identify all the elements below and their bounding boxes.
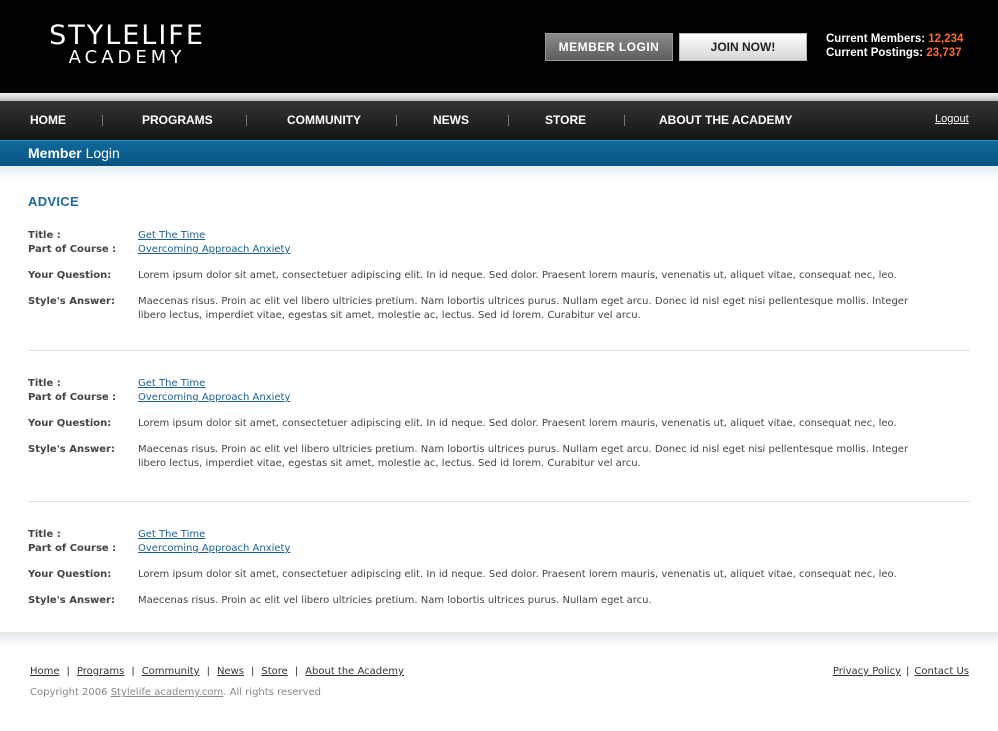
entry-title-row: Title : Get The Time: [28, 229, 970, 243]
nav-separator: [246, 115, 247, 126]
course-link[interactable]: Overcoming Approach Anxiety: [138, 244, 290, 255]
question-text: Lorem ipsum dolor sit amet, consectetuer…: [138, 569, 897, 580]
question-text: Lorem ipsum dolor sit amet, consectetuer…: [138, 270, 897, 281]
question-text: Lorem ipsum dolor sit amet, consectetuer…: [138, 418, 897, 429]
question-label: Your Question:: [28, 418, 112, 429]
answer-text: Maecenas risus. Proin ac elit vel libero…: [138, 296, 909, 321]
entry-divider: [28, 501, 970, 502]
course-label: Part of Course :: [28, 543, 117, 554]
question-label: Your Question:: [28, 569, 112, 580]
title-link[interactable]: Get The Time: [138, 529, 205, 540]
entry-course-row: Part of Course : Overcoming Approach Anx…: [28, 391, 970, 405]
footer-nav: Home | Programs | Community | News | Store | About…: [30, 666, 404, 677]
nav-item-home[interactable]: HOME: [30, 101, 66, 140]
course-label: Part of Course :: [28, 392, 117, 403]
logout-link[interactable]: Logout: [935, 101, 969, 138]
title-label: Title :: [28, 230, 61, 241]
footer-separator: |: [131, 666, 135, 677]
question-label: Your Question:: [28, 270, 112, 281]
nav-separator: [508, 115, 509, 126]
entry-divider: [28, 350, 970, 351]
copyright-site-link[interactable]: Stylelife academy.com: [111, 687, 224, 698]
footer-separator: |: [906, 666, 910, 677]
nav-item-store[interactable]: STORE: [545, 101, 586, 140]
site-logo[interactable]: STYLELIFE ACADEMY: [30, 20, 224, 68]
contact-us-link[interactable]: Contact Us: [914, 666, 969, 677]
page-banner-title: Member Login: [28, 145, 120, 161]
footer-separator: |: [294, 666, 299, 677]
entry-answer-row: Style's Answer: Maecenas risus. Proin ac…: [28, 443, 970, 471]
site-header: STYLELIFE ACADEMY MEMBER LOGIN JOIN NOW!…: [0, 0, 998, 93]
advice-entry: Title : Get The Time Part of Course : Ov…: [28, 377, 970, 471]
nav-separator: [624, 115, 625, 126]
copyright: Copyright 2006 Stylelife academy.com. Al…: [30, 687, 321, 698]
footer-link-home[interactable]: Home: [30, 666, 60, 677]
member-login-button[interactable]: MEMBER LOGIN: [545, 33, 673, 61]
footer-link-about[interactable]: About the Academy: [305, 666, 404, 677]
footer-shadow: [0, 632, 998, 646]
nav-item-community[interactable]: COMMUNITY: [287, 101, 361, 140]
nav-separator: [396, 115, 397, 126]
course-link[interactable]: Overcoming Approach Anxiety: [138, 543, 290, 554]
advice-entry: Title : Get The Time Part of Course : Ov…: [28, 528, 970, 608]
footer-separator: |: [250, 666, 255, 677]
site-stats: Current Members: 12,234 Current Postings…: [826, 32, 963, 60]
course-label: Part of Course :: [28, 244, 117, 255]
members-label: Current Members:: [826, 33, 926, 45]
footer-link-news[interactable]: News: [217, 666, 244, 677]
title-label: Title :: [28, 529, 61, 540]
copyright-prefix: Copyright 2006: [30, 687, 108, 698]
title-link[interactable]: Get The Time: [138, 378, 205, 389]
entry-title-row: Title : Get The Time: [28, 377, 970, 391]
banner-shadow: [0, 166, 998, 182]
entry-question-row: Your Question: Lorem ipsum dolor sit ame…: [28, 417, 970, 431]
page-banner: Member Login: [0, 140, 998, 166]
postings-count: 23,737: [926, 47, 962, 59]
nav-item-news[interactable]: NEWS: [433, 101, 469, 140]
entry-course-row: Part of Course : Overcoming Approach Anx…: [28, 243, 970, 257]
title-link[interactable]: Get The Time: [138, 230, 205, 241]
postings-stat: Current Postings: 23,737: [826, 46, 963, 60]
footer-link-community[interactable]: Community: [142, 666, 200, 677]
section-title: ADVICE: [28, 194, 79, 209]
logo-line2: ACADEMY: [68, 47, 186, 68]
nav-item-programs[interactable]: PROGRAMS: [142, 101, 213, 140]
banner-title-rest: Login: [85, 145, 120, 161]
entry-course-row: Part of Course : Overcoming Approach Anx…: [28, 542, 970, 556]
entry-answer-row: Style's Answer: Maecenas risus. Proin ac…: [28, 295, 970, 323]
title-label: Title :: [28, 378, 61, 389]
answer-text: Maecenas risus. Proin ac elit vel libero…: [138, 595, 652, 606]
privacy-policy-link[interactable]: Privacy Policy: [833, 666, 901, 677]
nav-item-about[interactable]: ABOUT THE ACADEMY: [659, 101, 793, 140]
banner-title-bold: Member: [28, 145, 82, 161]
footer-link-programs[interactable]: Programs: [77, 666, 124, 677]
footer-separator: |: [206, 666, 210, 677]
answer-label: Style's Answer:: [28, 595, 115, 606]
entry-question-row: Your Question: Lorem ipsum dolor sit ame…: [28, 269, 970, 283]
logo-line1: STYLELIFE: [49, 20, 205, 51]
postings-label: Current Postings:: [826, 47, 924, 59]
header-divider-strip: [0, 93, 998, 101]
footer-separator: |: [66, 666, 70, 677]
footer-legal-links: Privacy Policy | Contact Us: [833, 666, 969, 677]
entry-answer-row: Style's Answer: Maecenas risus. Proin ac…: [28, 594, 970, 608]
entry-question-row: Your Question: Lorem ipsum dolor sit ame…: [28, 568, 970, 582]
entry-title-row: Title : Get The Time: [28, 528, 970, 542]
footer-link-store[interactable]: Store: [261, 666, 287, 677]
answer-label: Style's Answer:: [28, 296, 115, 307]
members-stat: Current Members: 12,234: [826, 32, 963, 46]
copyright-suffix: . All rights reserved: [223, 687, 322, 698]
members-count: 12,234: [928, 33, 964, 45]
course-link[interactable]: Overcoming Approach Anxiety: [138, 392, 290, 403]
answer-text: Maecenas risus. Proin ac elit vel libero…: [138, 444, 909, 469]
answer-label: Style's Answer:: [28, 444, 115, 455]
nav-separator: [102, 115, 103, 126]
advice-entry: Title : Get The Time Part of Course : Ov…: [28, 229, 970, 323]
main-nav: HOME PROGRAMS COMMUNITY NEWS STORE ABOUT…: [0, 101, 998, 140]
join-now-button[interactable]: JOIN NOW!: [679, 33, 807, 61]
